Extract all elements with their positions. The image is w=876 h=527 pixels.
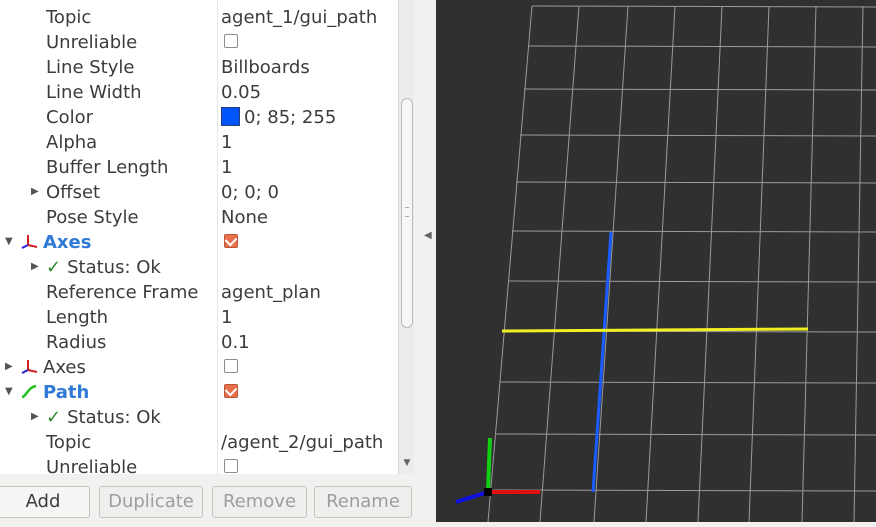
display-name: Axes [43,357,86,378]
property-label: Length [46,307,109,328]
property-value[interactable]: 1 [221,132,232,153]
properties-scrollbar[interactable]: ▼ [398,0,415,474]
display-properties-panel: Topic agent_1/gui_path Unreliable Line S… [0,0,398,474]
property-row-radius[interactable]: Radius 0.1 [0,329,398,354]
grid-scene [455,5,876,523]
ground-grid [487,5,876,523]
property-label: Buffer Length [46,157,169,178]
display-item-axes[interactable]: ▼ Axes [0,229,398,254]
property-value[interactable]: None [221,207,268,228]
axes-enabled-checkbox[interactable] [224,234,238,248]
property-row-reference-frame[interactable]: Reference Frame agent_plan [0,279,398,304]
status-label: ✓ Status: Ok [46,257,161,278]
3d-render-view[interactable] [436,0,876,523]
checkmark-icon: ✓ [46,257,62,278]
property-label: Unreliable [46,32,138,53]
property-row-alpha[interactable]: Alpha 1 [0,129,398,154]
property-row-length[interactable]: Length 1 [0,304,398,329]
property-row-color[interactable]: Color 0; 85; 255 [0,104,398,129]
grip-icon [405,207,409,217]
property-label: Topic [46,432,92,453]
property-label: Offset [46,182,101,203]
origin-axes-icon [455,437,540,504]
axes-icon [21,360,38,374]
scrollbar-thumb[interactable] [401,98,413,328]
color-text: 0; 85; 255 [244,107,337,128]
property-value[interactable]: agent_plan [221,282,321,303]
property-value[interactable]: 0.05 [221,82,261,103]
display-item-path[interactable]: ▼ Path [0,379,398,404]
axes-enabled-checkbox[interactable] [224,359,238,373]
display-name: Axes [43,232,92,253]
rename-button[interactable]: Rename [314,486,412,518]
property-value[interactable]: /agent_2/gui_path [221,432,383,453]
color-value[interactable]: 0; 85; 255 [221,107,336,128]
display-item-axes-2[interactable]: ▶ Axes [0,354,398,379]
property-row-line-style[interactable]: Line Style Billboards [0,54,398,79]
property-row-offset[interactable]: ▶ Offset 0; 0; 0 [0,179,398,204]
property-row-topic[interactable]: Topic /agent_2/gui_path [0,429,398,454]
expand-arrow-icon[interactable]: ▶ [5,361,13,372]
property-row-line-width[interactable]: Line Width 0.05 [0,79,398,104]
display-button-bar: Add Duplicate Remove Rename [0,474,414,527]
checkmark-icon: ✓ [46,407,62,428]
panel-splitter[interactable]: ◀ [414,0,436,527]
property-value[interactable]: Billboards [221,57,310,78]
expand-arrow-icon[interactable]: ▶ [31,411,39,422]
expand-arrow-icon[interactable]: ▶ [31,186,39,197]
color-swatch[interactable] [221,107,240,126]
property-value[interactable]: agent_1/gui_path [221,7,377,28]
property-label: Pose Style [46,207,139,228]
blue-path-line [591,231,613,493]
property-value[interactable]: 1 [221,157,232,178]
axes-icon [21,235,38,249]
duplicate-button[interactable]: Duplicate [99,486,203,518]
property-value[interactable]: 0.1 [221,332,250,353]
expand-arrow-icon[interactable]: ▶ [31,261,39,272]
path-enabled-checkbox[interactable] [224,384,238,398]
property-label: Line Style [46,57,135,78]
property-row-buffer-length[interactable]: Buffer Length 1 [0,154,398,179]
property-row-unreliable[interactable]: Unreliable [0,454,398,474]
status-row[interactable]: ▶ ✓ Status: Ok [0,254,398,279]
property-row-pose-style[interactable]: Pose Style None [0,204,398,229]
collapse-arrow-icon[interactable]: ▼ [5,386,13,397]
property-label: Reference Frame [46,282,199,303]
status-text: Status: Ok [67,257,161,278]
path-icon [21,384,37,399]
collapse-left-arrow-icon[interactable]: ◀ [424,230,432,241]
status-text: Status: Ok [67,407,161,428]
property-row-unreliable[interactable]: Unreliable [0,29,398,54]
property-label: Unreliable [46,457,138,474]
unreliable-checkbox[interactable] [224,34,238,48]
status-row[interactable]: ▶ ✓ Status: Ok [0,404,398,429]
property-label: Radius [46,332,107,353]
property-label: Line Width [46,82,142,103]
yellow-path-line [501,327,809,333]
property-label: Alpha [46,132,98,153]
display-name: Path [43,382,90,403]
property-label: Color [46,107,93,128]
unreliable-checkbox[interactable] [224,459,238,473]
property-label: Topic [46,7,92,28]
status-label: ✓ Status: Ok [46,407,161,428]
scroll-down-arrow-icon[interactable]: ▼ [402,458,412,470]
collapse-arrow-icon[interactable]: ▼ [5,236,13,247]
property-value[interactable]: 0; 0; 0 [221,182,279,203]
property-row-topic[interactable]: Topic agent_1/gui_path [0,4,398,29]
property-value[interactable]: 1 [221,307,232,328]
remove-button[interactable]: Remove [212,486,307,518]
add-button[interactable]: Add [0,486,90,518]
